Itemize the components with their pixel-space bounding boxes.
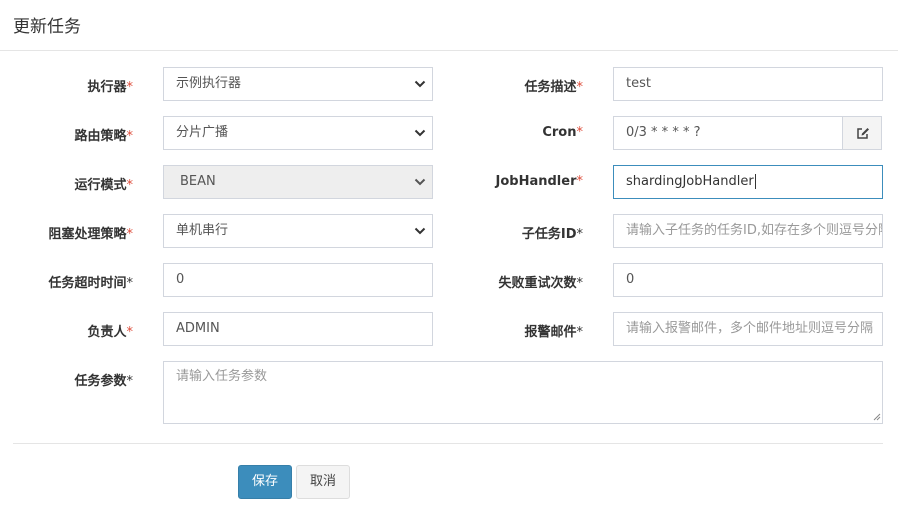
author-label: 负责人* (87, 325, 133, 340)
route-strategy-label: 路由策略* (74, 129, 133, 144)
timeout-label: 任务超时时间* (48, 276, 133, 291)
chevron-down-icon (414, 129, 426, 137)
save-button[interactable]: 保存 (238, 465, 292, 499)
chevron-down-icon (414, 178, 426, 186)
chevron-down-icon (414, 80, 426, 88)
alarm-email-input[interactable]: 请输入报警邮件，多个邮件地址则逗号分隔 (613, 312, 883, 346)
job-desc-input[interactable]: test (613, 67, 883, 101)
cron-label: Cron* (542, 125, 583, 140)
author-input[interactable]: ADMIN (163, 312, 433, 346)
executor-select[interactable]: 示例执行器 (163, 67, 433, 101)
cron-input[interactable]: 0/3 * * * * ? (613, 116, 843, 150)
text-cursor (754, 174, 756, 189)
job-param-label: 任务参数* (74, 374, 133, 389)
job-desc-label: 任务描述* (524, 80, 583, 95)
edit-icon (857, 128, 869, 139)
resize-grip-icon[interactable] (873, 413, 881, 421)
form-divider (13, 443, 883, 444)
job-handler-label: JobHandler* (495, 174, 583, 189)
fail-retry-label: 失败重试次数* (498, 276, 583, 291)
fail-retry-input[interactable]: 0 (613, 263, 883, 297)
child-job-id-input[interactable]: 请输入子任务的任务ID,如存在多个则逗号分隔 (613, 214, 883, 248)
child-job-id-label: 子任务ID* (521, 227, 583, 242)
block-strategy-select[interactable]: 单机串行 (163, 214, 433, 248)
cron-edit-button[interactable] (842, 116, 882, 150)
chevron-down-icon (414, 227, 426, 235)
modal-title: 更新任务 (13, 17, 81, 37)
alarm-email-label: 报警邮件* (524, 325, 583, 340)
modal-header: 更新任务 (0, 0, 898, 51)
block-strategy-label: 阻塞处理策略* (48, 227, 133, 242)
run-mode-label: 运行模式* (74, 178, 133, 193)
route-strategy-select[interactable]: 分片广播 (163, 116, 433, 150)
executor-label: 执行器* (87, 80, 133, 95)
cancel-button[interactable]: 取消 (296, 465, 350, 499)
run-mode-select: BEAN (163, 165, 433, 199)
job-handler-input[interactable]: shardingJobHandler (613, 165, 883, 199)
job-param-textarea[interactable] (163, 361, 883, 424)
timeout-input[interactable]: 0 (163, 263, 433, 297)
